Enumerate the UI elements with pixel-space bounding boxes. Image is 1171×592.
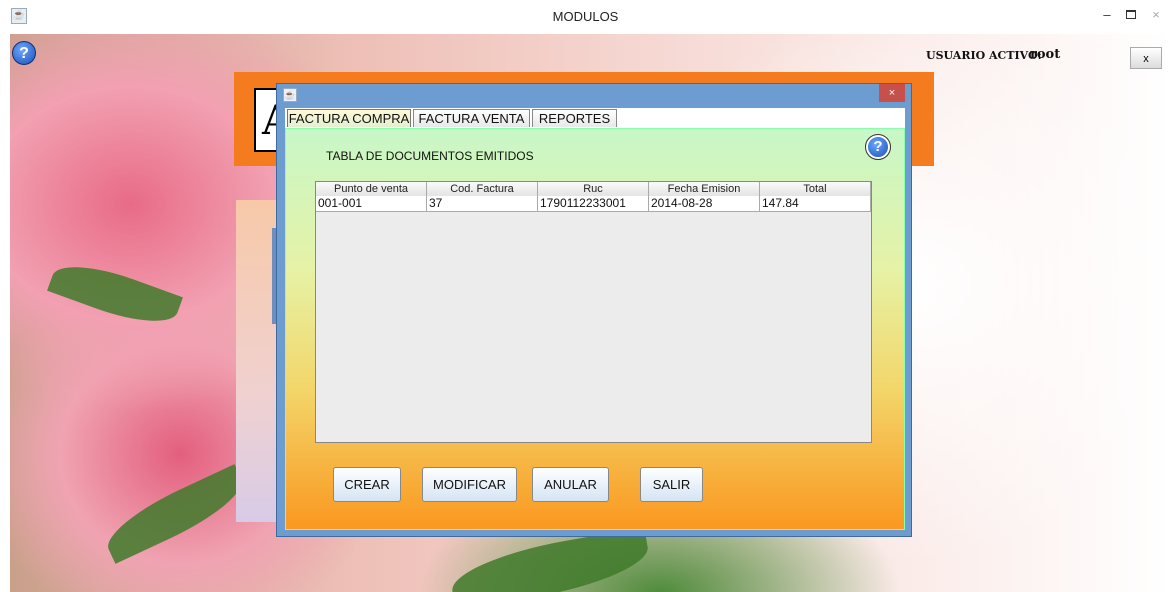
tab-factura-compra[interactable]: FACTURA COMPRA [287, 109, 411, 127]
table-cell: 001-001 [316, 196, 427, 211]
column-header[interactable]: Ruc [538, 182, 649, 196]
dialog-close-button[interactable]: × [879, 84, 905, 102]
invoice-dialog: ☕ × FACTURA COMPRA FACTURA VENTA REPORTE… [276, 83, 912, 537]
table-row[interactable]: 001-001 37 1790112233001 2014-08-28 147.… [316, 196, 871, 212]
anular-button[interactable]: ANULAR [532, 467, 609, 502]
maximize-button[interactable] [1120, 6, 1142, 24]
help-icon[interactable]: ? [865, 134, 891, 160]
column-header[interactable]: Fecha Emision [649, 182, 760, 196]
active-user-value: root [1030, 47, 1061, 62]
leaf-shape [47, 252, 183, 336]
minimize-button[interactable]: – [1096, 6, 1118, 24]
close-window-button[interactable]: × [1145, 6, 1167, 24]
table-header: Punto de venta Cod. Factura Ruc Fecha Em… [316, 182, 871, 197]
table-cell: 37 [427, 196, 538, 211]
column-header[interactable]: Punto de venta [316, 182, 427, 196]
tab-content-panel: TABLA DE DOCUMENTOS EMITIDOS ? Punto de … [285, 128, 905, 530]
tab-bar: FACTURA COMPRA FACTURA VENTA REPORTES [285, 108, 905, 128]
salir-button[interactable]: SALIR [640, 467, 703, 502]
window-titlebar: ☕ MODULOS – × [0, 0, 1171, 34]
modificar-button[interactable]: MODIFICAR [422, 467, 517, 502]
window-title: MODULOS [552, 9, 619, 24]
java-app-icon: ☕ [283, 88, 297, 102]
table-cell: 2014-08-28 [649, 196, 760, 211]
table-cell: 1790112233001 [538, 196, 649, 211]
documents-table[interactable]: Punto de venta Cod. Factura Ruc Fecha Em… [315, 181, 872, 443]
column-header[interactable]: Total [760, 182, 871, 196]
active-user-label: USUARIO ACTIVO: [926, 49, 1042, 62]
tab-reportes[interactable]: REPORTES [532, 109, 617, 127]
help-icon[interactable]: ? [12, 41, 36, 65]
maximize-icon [1126, 10, 1136, 19]
logout-x-button[interactable]: x [1130, 47, 1162, 69]
leaf-shape [98, 464, 252, 564]
column-header[interactable]: Cod. Factura [427, 182, 538, 196]
tab-factura-venta[interactable]: FACTURA VENTA [413, 109, 530, 127]
dialog-titlebar: ☕ × [277, 84, 911, 105]
section-title: TABLA DE DOCUMENTOS EMITIDOS [326, 149, 534, 163]
table-cell: 147.84 [760, 196, 871, 211]
crear-button[interactable]: CREAR [333, 467, 401, 502]
